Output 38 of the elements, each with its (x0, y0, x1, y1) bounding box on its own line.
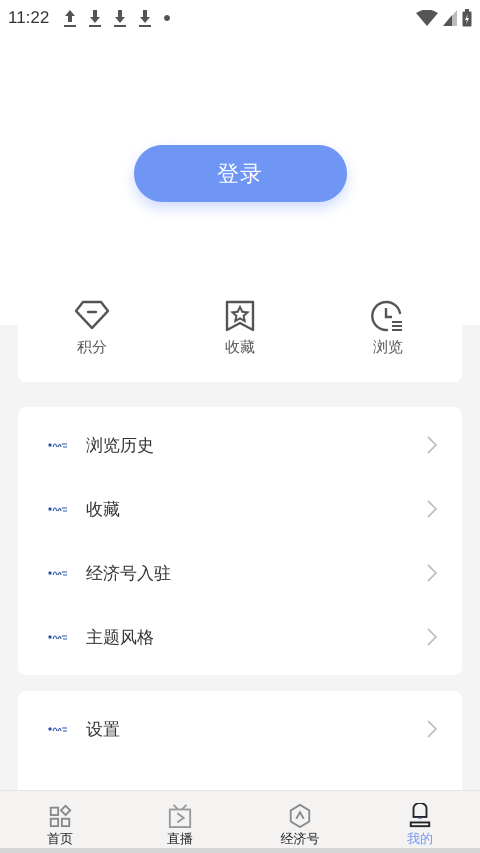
download-icon (113, 8, 128, 28)
menu-item[interactable]: 收藏 (86, 498, 426, 520)
download-icon (88, 8, 102, 28)
shortcut-label: 浏览 (373, 338, 403, 357)
chevron-right-icon (426, 499, 438, 519)
shortcut-label: 积分 (77, 338, 107, 357)
menu-item[interactable]: 主题风格 (86, 626, 426, 648)
notification-dot-icon (163, 14, 172, 22)
status-time: 11:22 (8, 8, 50, 28)
diamond-icon (74, 300, 110, 332)
hexagon-icon (287, 803, 313, 828)
download-icon (138, 8, 152, 28)
chevron-right-icon (426, 563, 438, 583)
shortcut-item[interactable]: 浏览 (333, 300, 443, 382)
menu-item[interactable]: 设置 (86, 718, 426, 740)
tv-play-icon (167, 803, 193, 828)
chevron-right-icon (426, 435, 438, 455)
logo-icon (48, 441, 68, 449)
shortcut-item[interactable]: 收藏 (185, 300, 295, 382)
upload-icon (63, 8, 78, 28)
tab[interactable]: 经济号 (240, 791, 360, 848)
tab[interactable]: 首页 (0, 791, 120, 848)
wifi-icon (416, 10, 438, 26)
grid-icon (47, 803, 73, 828)
chevron-right-icon (426, 719, 438, 739)
person-icon (407, 803, 433, 828)
menu-item[interactable]: 浏览历史 (86, 434, 426, 456)
logo-icon (48, 505, 68, 513)
shortcut-label: 收藏 (225, 338, 255, 357)
logo-icon (48, 633, 68, 641)
shortcut-item[interactable]: 积分 (37, 300, 147, 382)
logo-icon (48, 569, 68, 577)
tab[interactable]: 直播 (120, 791, 240, 848)
logo-icon (48, 725, 68, 733)
chevron-right-icon (426, 627, 438, 647)
battery-icon (462, 8, 472, 26)
signal-icon (443, 10, 457, 26)
menu-item[interactable]: 经济号入驻 (86, 562, 426, 584)
